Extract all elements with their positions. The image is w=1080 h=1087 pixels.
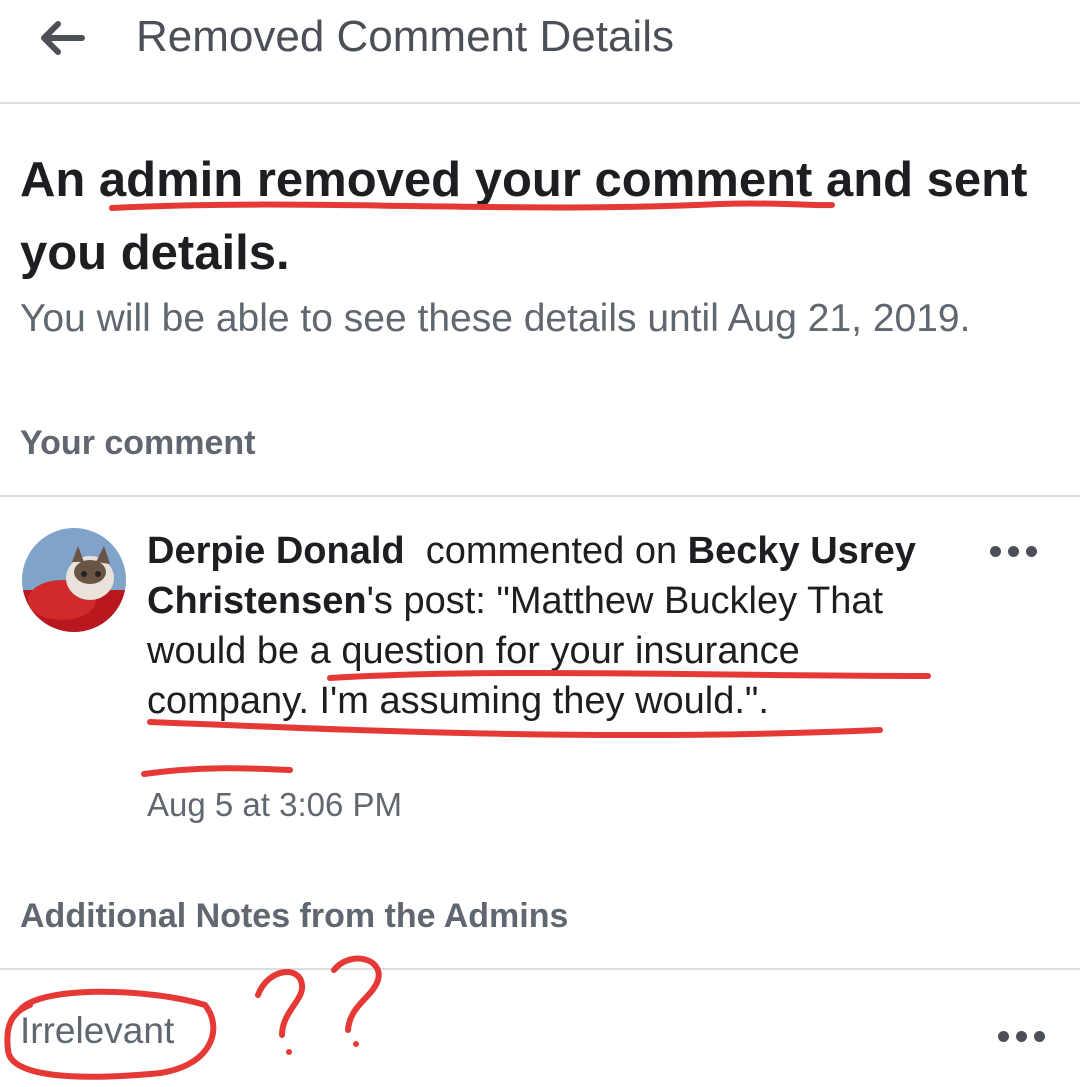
- question-mark-1: [255, 969, 306, 1038]
- your-comment-label: Your comment: [20, 424, 256, 462]
- availability-text: You will be able to see these details un…: [20, 297, 971, 340]
- underline-comment-line-3: [141, 765, 293, 777]
- avatar[interactable]: [22, 528, 126, 632]
- comment-action: commented on: [425, 530, 678, 572]
- removal-headline: An admin removed your comment and sent y…: [20, 153, 1028, 280]
- comment-more-button[interactable]: [990, 542, 1040, 562]
- post-suffix: 's post:: [366, 580, 486, 622]
- section-divider: [0, 495, 1080, 497]
- comment-author[interactable]: Derpie Donald: [147, 530, 405, 572]
- back-button[interactable]: [36, 18, 86, 58]
- admin-notes-label: Additional Notes from the Admins: [20, 897, 569, 935]
- header-divider: [0, 102, 1080, 104]
- app-header: Removed Comment Details: [0, 0, 1080, 103]
- admin-note-text: Irrelevant: [20, 1010, 175, 1051]
- page-title: Removed Comment Details: [136, 12, 674, 61]
- more-horizontal-icon: [998, 1031, 1009, 1042]
- removed-comment-text: Derpie Donald commented on Becky Usrey C…: [147, 526, 967, 726]
- cat-avatar-image: [22, 528, 126, 632]
- more-horizontal-icon: [990, 546, 1001, 557]
- notes-divider: [0, 968, 1080, 970]
- notes-more-button[interactable]: [998, 1027, 1048, 1047]
- comment-timestamp: Aug 5 at 3:06 PM: [147, 786, 402, 823]
- arrow-left-icon: [41, 21, 85, 55]
